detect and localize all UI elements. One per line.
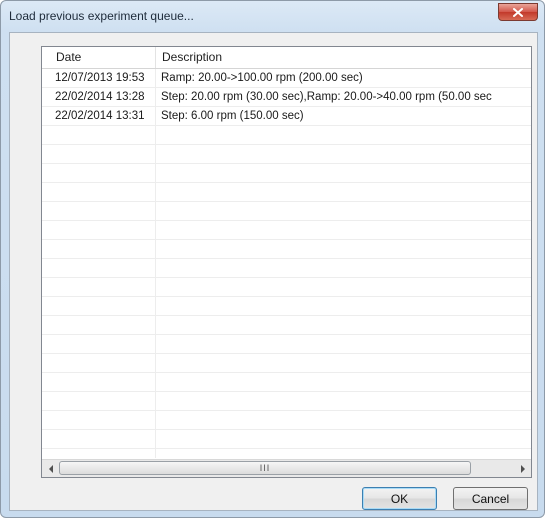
scroll-grip: III: [259, 463, 271, 473]
date-cell: 12/07/2013 19:53: [55, 72, 145, 84]
table-row[interactable]: 22/02/2014 13:28 Step: 20.00 rpm (30.00 s…: [42, 88, 531, 107]
arrow-right-icon: [520, 464, 525, 473]
empty-row: [42, 240, 531, 259]
close-button[interactable]: [498, 3, 538, 21]
empty-row: [42, 354, 531, 373]
empty-row: [42, 335, 531, 354]
scroll-right-button[interactable]: [514, 460, 531, 477]
column-header-date[interactable]: Date: [50, 47, 154, 68]
title-bar[interactable]: Load previous experiment queue...: [1, 1, 544, 33]
date-cell: 22/02/2014 13:31: [55, 110, 145, 122]
queue-list[interactable]: Date Description 12/07/2013 19:53 Ramp: 2…: [41, 46, 532, 478]
list-body: 12/07/2013 19:53 Ramp: 20.00->100.00 rpm …: [42, 69, 531, 458]
empty-row: [42, 164, 531, 183]
empty-row: [42, 183, 531, 202]
empty-row: [42, 126, 531, 145]
description-cell: Ramp: 20.00->100.00 rpm (200.00 sec): [161, 72, 363, 84]
empty-row: [42, 259, 531, 278]
empty-row: [42, 202, 531, 221]
empty-row: [42, 373, 531, 392]
empty-row: [42, 392, 531, 411]
date-cell: 22/02/2014 13:28: [55, 91, 145, 103]
empty-row: [42, 221, 531, 240]
empty-row: [42, 411, 531, 430]
table-row[interactable]: 22/02/2014 13:31 Step: 6.00 rpm (150.00 s…: [42, 107, 531, 126]
empty-row: [42, 316, 531, 335]
scroll-left-button[interactable]: [42, 460, 59, 477]
cancel-button[interactable]: Cancel: [453, 487, 528, 510]
empty-row: [42, 278, 531, 297]
scroll-thumb[interactable]: III: [59, 461, 471, 475]
ok-button[interactable]: OK: [362, 487, 437, 510]
horizontal-scrollbar[interactable]: III: [42, 459, 531, 477]
dialog-window: Load previous experiment queue... Date D…: [0, 0, 545, 518]
table-row[interactable]: 12/07/2013 19:53 Ramp: 20.00->100.00 rpm …: [42, 69, 531, 88]
empty-row: [42, 430, 531, 449]
description-cell: Step: 6.00 rpm (150.00 sec): [161, 110, 304, 122]
description-cell: Step: 20.00 rpm (30.00 sec),Ramp: 20.00-…: [161, 91, 492, 103]
empty-row: [42, 145, 531, 164]
dialog-content: Date Description 12/07/2013 19:53 Ramp: 2…: [9, 32, 538, 511]
window-title: Load previous experiment queue...: [9, 9, 194, 23]
list-header: Date Description: [42, 47, 531, 69]
arrow-left-icon: [48, 464, 53, 473]
column-header-description[interactable]: Description: [156, 47, 526, 68]
empty-row: [42, 297, 531, 316]
close-icon: [513, 7, 523, 17]
